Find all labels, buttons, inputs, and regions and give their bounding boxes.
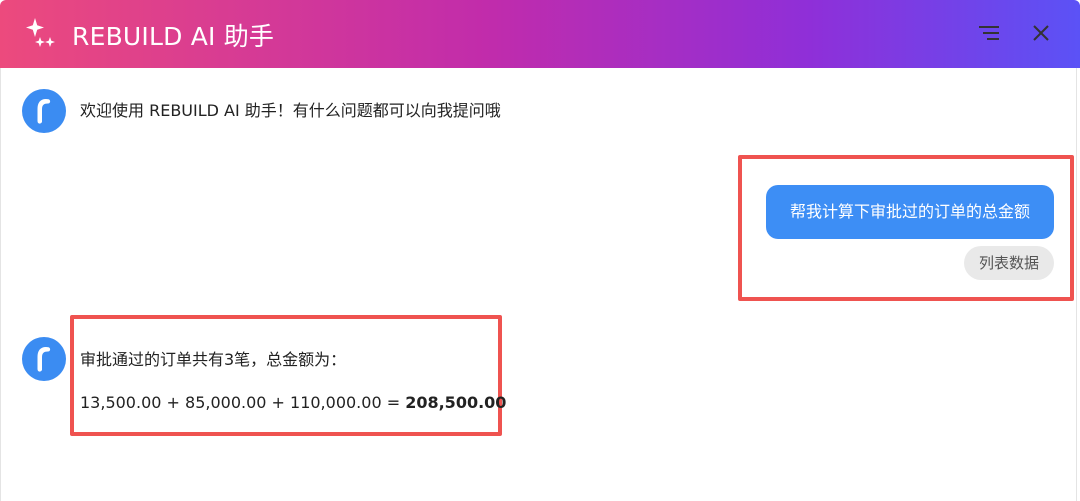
menu-lines-icon[interactable]	[976, 20, 1002, 46]
ai-assistant-window: REBUILD AI 助手 欢迎使用 REBUILD AI 助手！有什么问题都可…	[0, 0, 1080, 501]
window-edge-left	[0, 68, 1, 501]
app-title: REBUILD AI 助手	[72, 22, 275, 51]
answer-expression: 13,500.00 + 85,000.00 + 110,000.00 =	[80, 393, 406, 412]
user-message-bubble: 帮我计算下审批过的订单的总金额	[766, 185, 1054, 239]
sparkle-logo-icon	[26, 18, 55, 47]
list-data-chip[interactable]: 列表数据	[964, 246, 1054, 280]
assistant-avatar	[22, 337, 66, 381]
highlight-box-answer	[70, 315, 502, 436]
answer-summary: 审批通过的订单共有3笔，总金额为：	[80, 350, 347, 369]
header-bar: REBUILD AI 助手	[0, 0, 1080, 68]
answer-total: 208,500.00	[405, 393, 507, 412]
assistant-logo-icon	[37, 347, 51, 372]
assistant-logo-icon	[37, 99, 51, 124]
window-edge-right	[1076, 68, 1077, 501]
assistant-avatar	[22, 89, 66, 133]
answer-calculation: 13,500.00 + 85,000.00 + 110,000.00 = 208…	[80, 393, 506, 412]
close-icon[interactable]	[1028, 20, 1054, 46]
welcome-message: 欢迎使用 REBUILD AI 助手！有什么问题都可以向我提问哦	[80, 101, 501, 120]
